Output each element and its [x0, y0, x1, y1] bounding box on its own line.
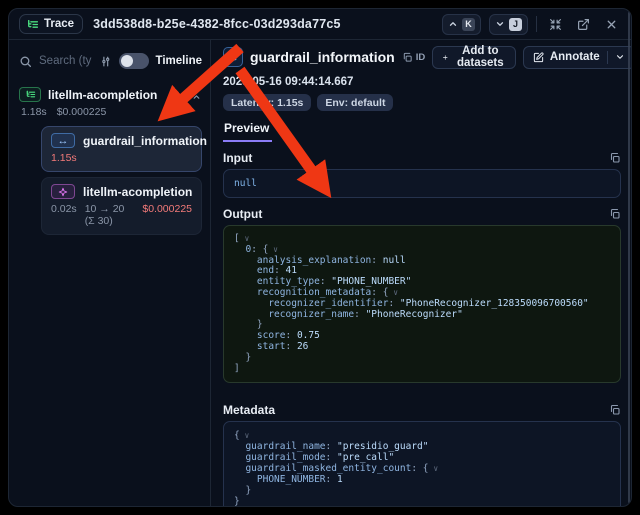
- screenshot-stage: Trace 3dd538d8-b25e-4382-8fcc-03d293da77…: [0, 0, 640, 515]
- output-section-title: Output: [223, 207, 262, 221]
- observation-title: guardrail_information: [250, 49, 395, 65]
- key-hint-j: J: [509, 18, 522, 31]
- edit-pencil-icon: [533, 52, 544, 63]
- annotate-split-button[interactable]: Annotate: [523, 46, 632, 69]
- root-cost: $0.000225: [57, 106, 107, 118]
- list-tree-icon: [25, 89, 36, 100]
- sparkles-icon: [58, 187, 68, 197]
- copy-icon[interactable]: [402, 52, 413, 63]
- timeline-toggle[interactable]: [119, 53, 149, 69]
- trace-node-icon: [19, 87, 41, 102]
- copy-icon: [609, 404, 621, 416]
- trace-type-badge: Trace: [19, 14, 83, 34]
- tree-item-litellm-acompletion[interactable]: litellm-acompletion 0.02s 10 → 20 (Σ 30)…: [41, 177, 202, 235]
- copy-icon: [609, 208, 621, 220]
- open-external-button[interactable]: [573, 14, 593, 34]
- tree-root-item[interactable]: litellm-acompletion: [19, 87, 202, 102]
- add-to-datasets-button[interactable]: Add to datasets: [432, 46, 516, 69]
- trace-detail-window: Trace 3dd538d8-b25e-4382-8fcc-03d293da77…: [8, 8, 632, 507]
- trace-id: 3dd538d8-b25e-4382-8fcc-03d293da77c5: [93, 17, 341, 31]
- item-latency: 0.02s: [51, 203, 77, 227]
- chevron-down-icon[interactable]: [615, 52, 625, 62]
- expand-icon: [549, 18, 562, 31]
- tree-root-label: litellm-acompletion: [48, 88, 157, 102]
- item-latency: 1.15s: [51, 152, 77, 164]
- trace-topbar: Trace 3dd538d8-b25e-4382-8fcc-03d293da77…: [9, 9, 631, 40]
- output-code-block: [ ∨ 0: { ∨ analysis_explanation: null en…: [223, 225, 621, 383]
- timeline-label: Timeline: [156, 55, 202, 67]
- sliders-icon[interactable]: [99, 55, 112, 68]
- chevrons-down-up-icon[interactable]: [191, 89, 202, 100]
- copy-metadata-button[interactable]: [609, 404, 621, 416]
- metadata-section-title: Metadata: [223, 403, 275, 417]
- observation-timestamp: 2025-05-16 09:44:14.667: [223, 76, 621, 88]
- span-type-icon: ↔: [223, 47, 243, 67]
- observation-detail-panel: ↔ guardrail_information ID Add to datase…: [211, 40, 631, 506]
- search-icon: [19, 55, 32, 68]
- key-hint-k: K: [462, 18, 475, 31]
- copy-input-button[interactable]: [609, 152, 621, 164]
- plus-icon: [442, 52, 449, 63]
- nav-previous-button[interactable]: K: [442, 14, 481, 35]
- metadata-code-block: { ∨ guardrail_name: "presidio_guard" gua…: [223, 421, 621, 507]
- env-badge: Env: default: [317, 94, 393, 111]
- span-node-icon: ↔: [51, 133, 75, 148]
- external-link-icon: [577, 18, 590, 31]
- window-scrollbar[interactable]: [628, 12, 630, 503]
- search-input[interactable]: [39, 55, 92, 67]
- tree-root-metrics: 1.18s $0.000225: [21, 106, 202, 118]
- toggle-knob: [121, 55, 133, 67]
- trace-badge-label: Trace: [44, 18, 74, 30]
- tree-item-label: guardrail_information: [83, 134, 207, 148]
- item-cost: $0.000225: [142, 203, 192, 227]
- topbar-divider: [536, 16, 537, 32]
- input-code-block: null: [223, 169, 621, 198]
- item-tokens: 10 → 20 (Σ 30): [85, 203, 135, 227]
- trace-tree-sidebar: Timeline litellm-acompletion 1.18s $0.00…: [9, 40, 211, 506]
- tab-preview[interactable]: Preview: [223, 121, 272, 142]
- tree-item-label: litellm-acompletion: [83, 185, 192, 199]
- chevron-up-icon: [448, 19, 458, 29]
- list-tree-icon: [26, 18, 39, 31]
- tree-item-guardrail-information[interactable]: ↔ guardrail_information 1.15s: [41, 126, 202, 172]
- expand-button[interactable]: [545, 14, 565, 34]
- root-latency: 1.18s: [21, 106, 47, 118]
- latency-badge: Latency: 1.15s: [223, 94, 311, 111]
- input-section-title: Input: [223, 151, 252, 165]
- chevron-up-icon[interactable]: [171, 89, 182, 100]
- chevron-down-icon: [495, 19, 505, 29]
- copy-icon: [609, 152, 621, 164]
- nav-next-button[interactable]: J: [489, 14, 528, 35]
- generation-node-icon: [51, 184, 75, 199]
- close-icon: [605, 18, 618, 31]
- id-label: ID: [416, 52, 426, 63]
- close-button[interactable]: [601, 14, 621, 34]
- copy-output-button[interactable]: [609, 208, 621, 220]
- button-divider: [607, 51, 608, 64]
